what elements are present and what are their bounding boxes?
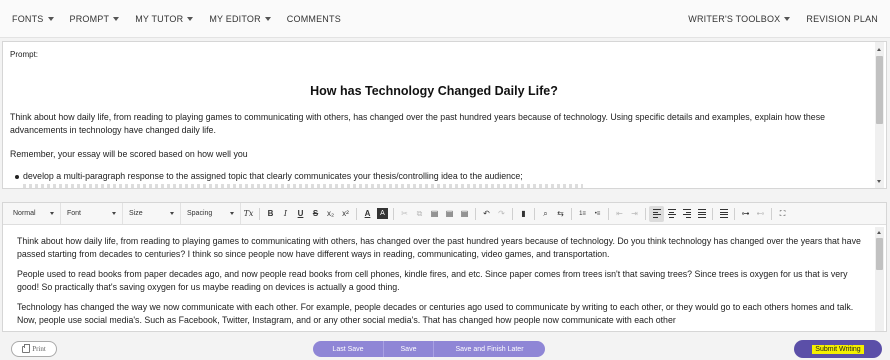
replace-icon[interactable]: ⇆	[553, 206, 568, 222]
redo-icon[interactable]: ↷	[494, 206, 509, 222]
caret-down-icon	[47, 16, 54, 21]
prompt-paragraph: Think about how daily life, from reading…	[10, 112, 825, 135]
prompt-label: Prompt:	[10, 50, 39, 59]
toolbar-divider	[571, 207, 572, 220]
printer-icon	[22, 343, 31, 353]
prompt-panel: Prompt: How has Technology Changed Daily…	[2, 41, 887, 189]
toolbar-divider	[712, 207, 713, 220]
toolbar-divider	[645, 207, 646, 220]
size-select[interactable]: Size	[123, 203, 181, 224]
paste-icon[interactable]: ▤	[427, 206, 442, 222]
paste-text-icon[interactable]: ▤	[442, 206, 457, 222]
caret-down-icon	[230, 212, 234, 215]
clear-format-icon[interactable]: Tx	[241, 206, 256, 222]
caret-down-icon	[112, 212, 116, 215]
text-color-button[interactable]: A	[360, 206, 375, 222]
caret-down-icon	[50, 212, 54, 215]
menu-comments[interactable]: COMMENTS	[279, 0, 349, 37]
last-save-button[interactable]: Last Save	[313, 341, 383, 357]
essay-paragraph[interactable]: Think about how daily life, from reading…	[17, 235, 861, 261]
caret-down-icon	[113, 16, 120, 21]
align-left-icon[interactable]	[649, 205, 664, 222]
caret-down-icon	[170, 212, 174, 215]
align-justify-icon[interactable]	[694, 206, 709, 222]
style-select[interactable]: Normal	[3, 203, 61, 224]
maximize-icon[interactable]: ⛶	[775, 206, 790, 222]
caret-down-icon	[784, 16, 791, 21]
scroll-up-icon[interactable]	[877, 231, 881, 234]
editor-scrollbar[interactable]	[875, 227, 884, 331]
background-color-button[interactable]: A	[377, 208, 388, 219]
menu-writers-toolbox[interactable]: WRITER'S TOOLBOX	[680, 0, 798, 37]
prompt-scroll-thumb[interactable]	[876, 56, 883, 124]
toolbar-divider	[512, 207, 513, 220]
line-spacing-icon[interactable]	[716, 206, 731, 222]
essay-paragraph[interactable]: Technology has changed the way we now co…	[17, 301, 861, 327]
comment-icon[interactable]: ▮	[516, 206, 531, 222]
unordered-list-icon[interactable]: •≡	[590, 206, 605, 222]
scroll-down-icon[interactable]	[877, 180, 881, 183]
toolbar-divider	[534, 207, 535, 220]
underline-button[interactable]: U	[293, 206, 308, 222]
menu-right-group: WRITER'S TOOLBOX REVISION PLAN	[680, 0, 890, 37]
prompt-paragraph: Remember, your essay will be scored base…	[10, 149, 248, 159]
align-right-icon[interactable]	[679, 206, 694, 222]
toolbar-divider	[393, 207, 394, 220]
caret-down-icon	[187, 16, 194, 21]
prompt-bullet-item: develop a multi-paragraph response to th…	[15, 170, 863, 183]
submit-writing-button[interactable]: Submit Writing	[794, 340, 882, 358]
link-icon[interactable]: ⊶	[738, 206, 753, 222]
prompt-cut-off-line	[23, 184, 583, 188]
scroll-up-icon[interactable]	[877, 48, 881, 51]
copy-icon[interactable]: ⧉	[412, 206, 427, 222]
undo-icon[interactable]: ↶	[479, 206, 494, 222]
menu-revision-plan[interactable]: REVISION PLAN	[798, 0, 886, 37]
spacing-select[interactable]: Spacing	[181, 203, 241, 224]
toolbar-divider	[734, 207, 735, 220]
caret-down-icon	[264, 16, 271, 21]
editor-panel: Normal Font Size Spacing Tx B I U S x₂ x…	[2, 202, 887, 332]
bold-button[interactable]: B	[263, 206, 278, 222]
align-center-icon[interactable]	[664, 206, 679, 222]
save-button[interactable]: Save	[383, 341, 433, 357]
toolbar-divider	[608, 207, 609, 220]
find-icon[interactable]: ⌕	[538, 206, 553, 222]
menu-my-tutor[interactable]: MY TUTOR	[127, 0, 201, 37]
italic-button[interactable]: I	[278, 206, 293, 222]
superscript-button[interactable]: x²	[338, 206, 353, 222]
menu-left-group: FONTS PROMPT MY TUTOR MY EDITOR COMMENTS	[0, 0, 349, 37]
toolbar-divider	[356, 207, 357, 220]
top-menu-bar: FONTS PROMPT MY TUTOR MY EDITOR COMMENTS…	[0, 0, 890, 38]
ordered-list-icon[interactable]: 1≡	[575, 206, 590, 222]
menu-my-editor[interactable]: MY EDITOR	[201, 0, 278, 37]
editor-scroll-thumb[interactable]	[876, 238, 883, 270]
toolbar-divider	[771, 207, 772, 220]
essay-paragraph[interactable]: People used to read books from paper dec…	[17, 268, 861, 294]
footer-bar: Print Last Save Save Save and Finish Lat…	[0, 332, 890, 360]
submit-writing-label: Submit Writing	[812, 344, 864, 354]
subscript-button[interactable]: x₂	[323, 206, 338, 222]
prompt-scrollbar[interactable]	[875, 42, 884, 188]
indent-icon[interactable]: ⇥	[627, 206, 642, 222]
cut-icon[interactable]: ✂	[397, 206, 412, 222]
editor-toolbar: Normal Font Size Spacing Tx B I U S x₂ x…	[3, 203, 886, 225]
save-and-finish-later-button[interactable]: Save and Finish Later	[433, 341, 545, 357]
prompt-title: How has Technology Changed Daily Life?	[310, 84, 558, 98]
strikethrough-button[interactable]: S	[308, 206, 323, 222]
toolbar-divider	[259, 207, 260, 220]
unlink-icon[interactable]: ⊷	[753, 206, 768, 222]
outdent-icon[interactable]: ⇤	[612, 206, 627, 222]
toolbar-divider	[475, 207, 476, 220]
paste-word-icon[interactable]: ▤	[457, 206, 472, 222]
menu-fonts[interactable]: FONTS	[4, 0, 62, 37]
font-select[interactable]: Font	[61, 203, 123, 224]
save-button-group: Last Save Save Save and Finish Later	[313, 341, 545, 357]
essay-editor[interactable]: Think about how daily life, from reading…	[3, 227, 875, 331]
print-button[interactable]: Print	[11, 341, 57, 357]
menu-prompt[interactable]: PROMPT	[62, 0, 128, 37]
